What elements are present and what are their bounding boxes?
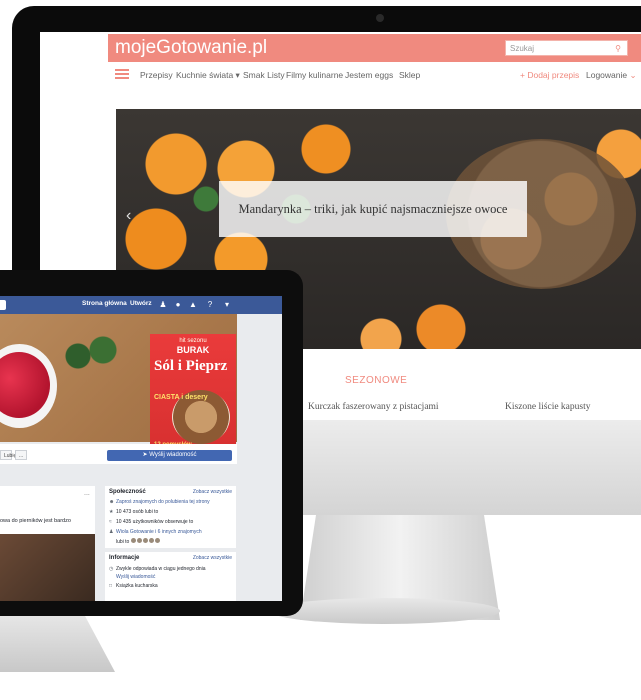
chat-icon: ➤ (142, 452, 148, 458)
post-text: owa do pierników jest bardzo (0, 518, 71, 524)
nav-item-jestem-eggs[interactable]: Jestem eggs (345, 70, 393, 80)
magazine-kicker: hit sezonu (179, 338, 207, 344)
magazine-cover: hit sezonu BURAK Sól i Pieprz CIASTA i d… (150, 334, 236, 458)
monitor-foot (270, 598, 500, 624)
invite-friends-link[interactable]: ☻ Zaproś znajomych do polubienia tej stro… (109, 499, 210, 505)
avatar[interactable] (143, 538, 149, 543)
nav-item-films[interactable]: Filmy kulinarne (286, 70, 343, 80)
add-recipe-link[interactable]: + Dodaj przepis (520, 70, 579, 80)
avatar[interactable] (131, 538, 137, 543)
nav-item-world-cuisines[interactable]: Kuchnie świata ▾ (176, 70, 240, 81)
chevron-left-icon[interactable]: ‹ (126, 207, 131, 225)
laptop-base (0, 616, 115, 672)
like-button[interactable]: Lubię (0, 450, 16, 460)
nav-item-shop[interactable]: Sklep (399, 70, 420, 80)
response-time: ◷ Zwykle odpowiada w ciągu jednego dnia (109, 566, 206, 572)
community-see-all-link[interactable]: Zobacz wszystkie (193, 489, 232, 495)
login-label: Logowanie (586, 70, 628, 80)
rss-icon: ≈ (109, 519, 112, 525)
clock-icon: ◷ (109, 566, 114, 572)
facebook-search-input[interactable] (0, 300, 6, 310)
recipe-card-title[interactable]: Kiszone liście kapusty (505, 402, 590, 412)
page-action-bar: Lubię ... ➤ Wyślij wiadomość (0, 444, 237, 464)
invite-icon: ☻ (109, 499, 115, 505)
friends-avatars: lubi to (116, 538, 161, 545)
book-icon: □ (109, 583, 113, 589)
followers-count: ≈10 435 użytkowników obserwuje to (109, 519, 193, 525)
avatar-list (131, 538, 161, 545)
more-button[interactable]: ... (15, 450, 28, 460)
thumbs-up-icon: ★ (109, 509, 114, 515)
friends-icon[interactable]: ♟ (158, 300, 168, 310)
response-time-label: Zwykle odpowiada w ciągu jednego dnia (116, 566, 206, 572)
avatar[interactable] (155, 538, 161, 543)
invite-friends-label: Zaproś znajomych do polubienia tej stron… (116, 499, 210, 505)
likes-count-label: 10 473 osób lubi to (116, 509, 159, 515)
chevron-down-icon[interactable]: ▾ (222, 300, 232, 310)
likes-this-label: lubi to (116, 539, 130, 545)
facebook-top-bar: Strona główna Utwórz ♟ ● ▲ ? ▾ (0, 296, 282, 314)
laptop-screen: Strona główna Utwórz ♟ ● ▲ ? ▾ hit sezon… (0, 296, 282, 601)
chevron-down-icon: ▾ (235, 70, 240, 80)
bell-icon[interactable]: ▲ (188, 300, 198, 310)
info-panel: Informacje Zobacz wszystkie ◷ Zwykle odpo… (105, 552, 236, 601)
search-icon[interactable]: ⚲ (615, 41, 621, 57)
category-label: Książka kucharska (116, 583, 158, 589)
nav-item-recipes[interactable]: Przepisy (140, 70, 173, 80)
info-heading: Informacje (109, 555, 140, 561)
likes-count: ★ 10 473 osób lubi to (109, 509, 158, 515)
help-icon[interactable]: ? (205, 300, 215, 310)
site-logo[interactable]: mojeGotowanie.pl (115, 37, 267, 59)
site-header: mojeGotowanie.pl Szukaj ⚲ (108, 34, 641, 62)
avatar[interactable] (149, 538, 155, 543)
community-panel: Społeczność Zobacz wszystkie ☻ Zaproś zna… (105, 486, 236, 548)
search-input[interactable]: Szukaj ⚲ (505, 40, 628, 56)
magazine-headline: BURAK (176, 345, 210, 355)
feed-post[interactable]: ... owa do pierników jest bardzo (0, 486, 95, 601)
avatar[interactable] (137, 538, 143, 543)
nav-item-world-cuisines-label: Kuchnie świata (176, 70, 234, 80)
hamburger-icon[interactable] (115, 69, 129, 79)
nav-item-smak-listy[interactable]: Smak Listy (243, 70, 285, 80)
friends-like-link[interactable]: ♟ Wiola Gotowanie i 6 innych znajomych (109, 529, 202, 535)
camera-icon (376, 14, 384, 22)
magazine-title: Sól i Pieprz (154, 358, 228, 374)
magazine-cover-line: CIASTA i desery (154, 394, 208, 401)
site-nav: Przepisy Kuchnie świata ▾ Smak Listy Fil… (108, 64, 641, 86)
friends-like-label: Wiola Gotowanie i 6 innych znajomych (116, 529, 202, 535)
post-menu-icon[interactable]: ... (84, 490, 90, 497)
community-heading: Społeczność (109, 489, 146, 495)
category-row: □ Książka kucharska (109, 583, 158, 589)
post-image[interactable] (0, 534, 95, 601)
login-link[interactable]: Logowanie ⌄ (586, 70, 637, 81)
search-placeholder: Szukaj (510, 44, 535, 53)
seasonal-heading: SEZONOWE (345, 375, 408, 386)
info-see-all-link[interactable]: Zobacz wszystkie (193, 555, 232, 561)
followers-count-label: 10 435 użytkowników obserwuje to (116, 519, 194, 525)
nav-create-link[interactable]: Utwórz (130, 300, 152, 307)
chevron-down-icon: ⌄ (629, 70, 637, 80)
messenger-icon[interactable]: ● (173, 300, 183, 310)
hero-caption: Mandarynka – triki, jak kupić najsmaczni… (238, 202, 508, 216)
recipe-card-title[interactable]: Kurczak faszerowany z pistacjami (308, 402, 439, 412)
fir-branch-image (58, 336, 128, 376)
cover-photo[interactable]: hit sezonu BURAK Sól i Pieprz CIASTA i d… (0, 314, 237, 458)
send-message-link[interactable]: Wyślij wiadomość (116, 574, 155, 580)
nav-home-link[interactable]: Strona główna (82, 300, 127, 307)
send-message-button[interactable]: ➤ Wyślij wiadomość (107, 450, 232, 461)
friends-icon: ♟ (109, 529, 114, 535)
send-message-label: Wyślij wiadomość (149, 452, 197, 458)
hero-caption-box[interactable]: Mandarynka – triki, jak kupić najsmaczni… (219, 181, 527, 237)
